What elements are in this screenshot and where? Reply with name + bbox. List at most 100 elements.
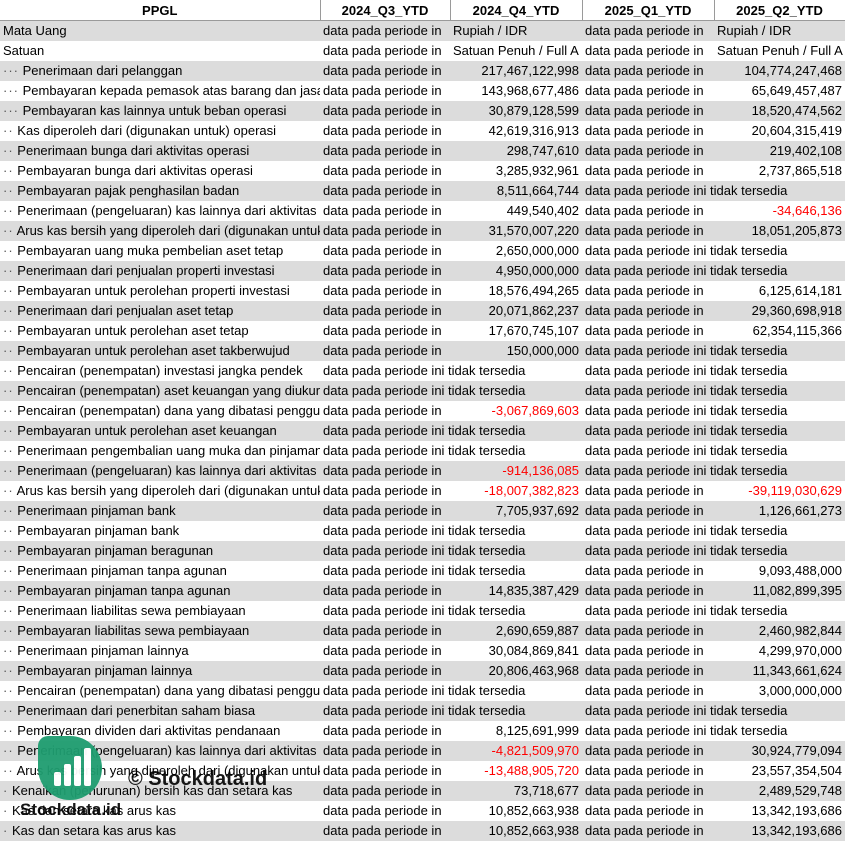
- table-cell[interactable]: 62,354,115,366: [714, 321, 845, 341]
- header-2025-q1[interactable]: 2025_Q1_YTD: [582, 0, 715, 21]
- table-cell[interactable]: 20,604,315,419: [714, 121, 845, 141]
- table-cell[interactable]: data pada periode ini tidak tersedia: [320, 681, 582, 701]
- table-cell[interactable]: data pada periode in: [582, 641, 714, 661]
- row-label[interactable]: ·· Kas diperoleh dari (digunakan untuk) …: [0, 121, 320, 141]
- row-label[interactable]: ·· Penerimaan dari penjualan properti in…: [0, 261, 320, 281]
- table-cell[interactable]: 2,737,865,518: [714, 161, 845, 181]
- table-cell[interactable]: data pada periode in: [582, 801, 714, 821]
- row-label[interactable]: ·· Pembayaran untuk perolehan aset tetap: [0, 321, 320, 341]
- table-cell[interactable]: 9,093,488,000: [714, 561, 845, 581]
- table-cell[interactable]: data pada periode ini tidak tersedia: [320, 361, 582, 381]
- row-label[interactable]: ·· Pembayaran dividen dari aktivitas pen…: [0, 721, 320, 741]
- table-cell[interactable]: data pada periode ini tidak tersedia: [582, 541, 845, 561]
- table-cell[interactable]: data pada periode in: [320, 401, 450, 421]
- table-cell[interactable]: data pada periode ini tidak tersedia: [582, 441, 845, 461]
- table-cell[interactable]: data pada periode in: [320, 481, 450, 501]
- row-label[interactable]: ·· Penerimaan (pengeluaran) kas lainnya …: [0, 461, 320, 481]
- row-label[interactable]: ·· Pembayaran pinjaman tanpa agunan: [0, 581, 320, 601]
- table-cell[interactable]: data pada periode ini tidak tersedia: [582, 521, 845, 541]
- table-cell[interactable]: 29,360,698,918: [714, 301, 845, 321]
- table-cell[interactable]: 2,650,000,000: [450, 241, 582, 261]
- table-cell[interactable]: 8,125,691,999: [450, 721, 582, 741]
- table-cell[interactable]: 14,835,387,429: [450, 581, 582, 601]
- table-cell[interactable]: 4,950,000,000: [450, 261, 582, 281]
- table-cell[interactable]: Satuan Penuh / Full A: [450, 41, 582, 61]
- table-cell[interactable]: data pada periode in: [582, 581, 714, 601]
- row-label[interactable]: ·· Pembayaran bunga dari aktivitas opera…: [0, 161, 320, 181]
- table-cell[interactable]: data pada periode in: [320, 821, 450, 841]
- table-cell[interactable]: data pada periode in: [320, 201, 450, 221]
- row-label[interactable]: · Kenaikan (penurunan) bersih kas dan se…: [0, 781, 320, 801]
- table-cell[interactable]: data pada periode in: [582, 321, 714, 341]
- row-label[interactable]: ·· Penerimaan pinjaman lainnya: [0, 641, 320, 661]
- table-cell[interactable]: data pada periode in: [320, 61, 450, 81]
- table-cell[interactable]: data pada periode in: [320, 461, 450, 481]
- row-label[interactable]: ·· Arus kas bersih yang diperoleh dari (…: [0, 221, 320, 241]
- table-cell[interactable]: data pada periode in: [582, 821, 714, 841]
- row-label[interactable]: ·· Penerimaan pinjaman bank: [0, 501, 320, 521]
- table-cell[interactable]: data pada periode ini tidak tersedia: [582, 601, 845, 621]
- table-cell[interactable]: 65,649,457,487: [714, 81, 845, 101]
- header-2025-q2[interactable]: 2025_Q2_YTD: [714, 0, 845, 21]
- table-cell[interactable]: 217,467,122,998: [450, 61, 582, 81]
- row-label[interactable]: ·· Penerimaan pengembalian uang muka dan…: [0, 441, 320, 461]
- row-label[interactable]: ·· Pencairan (penempatan) aset keuangan …: [0, 381, 320, 401]
- table-cell[interactable]: data pada periode in: [320, 41, 450, 61]
- row-label[interactable]: ·· Pembayaran uang muka pembelian aset t…: [0, 241, 320, 261]
- table-cell[interactable]: data pada periode in: [320, 301, 450, 321]
- row-label[interactable]: ·· Pencairan (penempatan) dana yang diba…: [0, 681, 320, 701]
- table-cell[interactable]: data pada periode ini tidak tersedia: [582, 401, 845, 421]
- row-label[interactable]: ·· Arus kas bersih yang diperoleh dari (…: [0, 761, 320, 781]
- table-cell[interactable]: data pada periode ini tidak tersedia: [320, 441, 582, 461]
- table-cell[interactable]: 449,540,402: [450, 201, 582, 221]
- header-2024-q3[interactable]: 2024_Q3_YTD: [320, 0, 451, 21]
- table-cell[interactable]: data pada periode in: [582, 301, 714, 321]
- table-cell[interactable]: 42,619,316,913: [450, 121, 582, 141]
- table-cell[interactable]: data pada periode in: [320, 161, 450, 181]
- table-cell[interactable]: 4,299,970,000: [714, 641, 845, 661]
- table-cell[interactable]: data pada periode ini tidak tersedia: [582, 701, 845, 721]
- table-cell[interactable]: data pada periode in: [582, 621, 714, 641]
- row-label[interactable]: · Kas dan setara kas arus kas: [0, 801, 320, 821]
- table-cell[interactable]: data pada periode ini tidak tersedia: [582, 261, 845, 281]
- table-cell[interactable]: data pada periode in: [582, 21, 714, 42]
- row-label[interactable]: ·· Pembayaran pinjaman beragunan: [0, 541, 320, 561]
- table-cell[interactable]: 10,852,663,938: [450, 801, 582, 821]
- table-cell[interactable]: data pada periode in: [582, 81, 714, 101]
- table-cell[interactable]: 2,489,529,748: [714, 781, 845, 801]
- table-cell[interactable]: data pada periode in: [320, 801, 450, 821]
- table-cell[interactable]: Satuan Penuh / Full A: [714, 41, 845, 61]
- table-cell[interactable]: data pada periode in: [582, 741, 714, 761]
- table-cell[interactable]: data pada periode in: [320, 781, 450, 801]
- table-cell[interactable]: 30,924,779,094: [714, 741, 845, 761]
- row-label[interactable]: ·· Pembayaran untuk perolehan properti i…: [0, 281, 320, 301]
- row-label[interactable]: ·· Penerimaan (pengeluaran) kas lainnya …: [0, 741, 320, 761]
- header-2024-q4[interactable]: 2024_Q4_YTD: [450, 0, 583, 21]
- table-cell[interactable]: Rupiah / IDR: [714, 21, 845, 42]
- row-label[interactable]: ·· Penerimaan (pengeluaran) kas lainnya …: [0, 201, 320, 221]
- row-label[interactable]: ··· Penerimaan dari pelanggan: [0, 61, 320, 81]
- table-cell[interactable]: data pada periode ini tidak tersedia: [320, 701, 582, 721]
- table-cell[interactable]: -34,646,136: [714, 201, 845, 221]
- table-cell[interactable]: data pada periode in: [320, 761, 450, 781]
- row-label[interactable]: ·· Pembayaran pinjaman bank: [0, 521, 320, 541]
- table-cell[interactable]: data pada periode in: [582, 101, 714, 121]
- table-cell[interactable]: data pada periode in: [320, 741, 450, 761]
- row-label[interactable]: ·· Pembayaran liabilitas sewa pembiayaan: [0, 621, 320, 641]
- table-cell[interactable]: data pada periode ini tidak tersedia: [582, 361, 845, 381]
- row-label[interactable]: ·· Pencairan (penempatan) dana yang diba…: [0, 401, 320, 421]
- table-cell[interactable]: 3,285,932,961: [450, 161, 582, 181]
- table-cell[interactable]: data pada periode in: [320, 501, 450, 521]
- table-cell[interactable]: -18,007,382,823: [450, 481, 582, 501]
- table-cell[interactable]: 11,082,899,395: [714, 581, 845, 601]
- table-cell[interactable]: data pada periode in: [582, 281, 714, 301]
- row-label[interactable]: ·· Pembayaran untuk perolehan aset takbe…: [0, 341, 320, 361]
- table-cell[interactable]: 17,670,745,107: [450, 321, 582, 341]
- table-cell[interactable]: 6,125,614,181: [714, 281, 845, 301]
- table-cell[interactable]: 10,852,663,938: [450, 821, 582, 841]
- table-cell[interactable]: data pada periode ini tidak tersedia: [582, 721, 845, 741]
- table-cell[interactable]: data pada periode in: [582, 561, 714, 581]
- row-label[interactable]: Mata Uang: [0, 21, 320, 42]
- table-cell[interactable]: data pada periode in: [582, 681, 714, 701]
- table-cell[interactable]: data pada periode in: [582, 221, 714, 241]
